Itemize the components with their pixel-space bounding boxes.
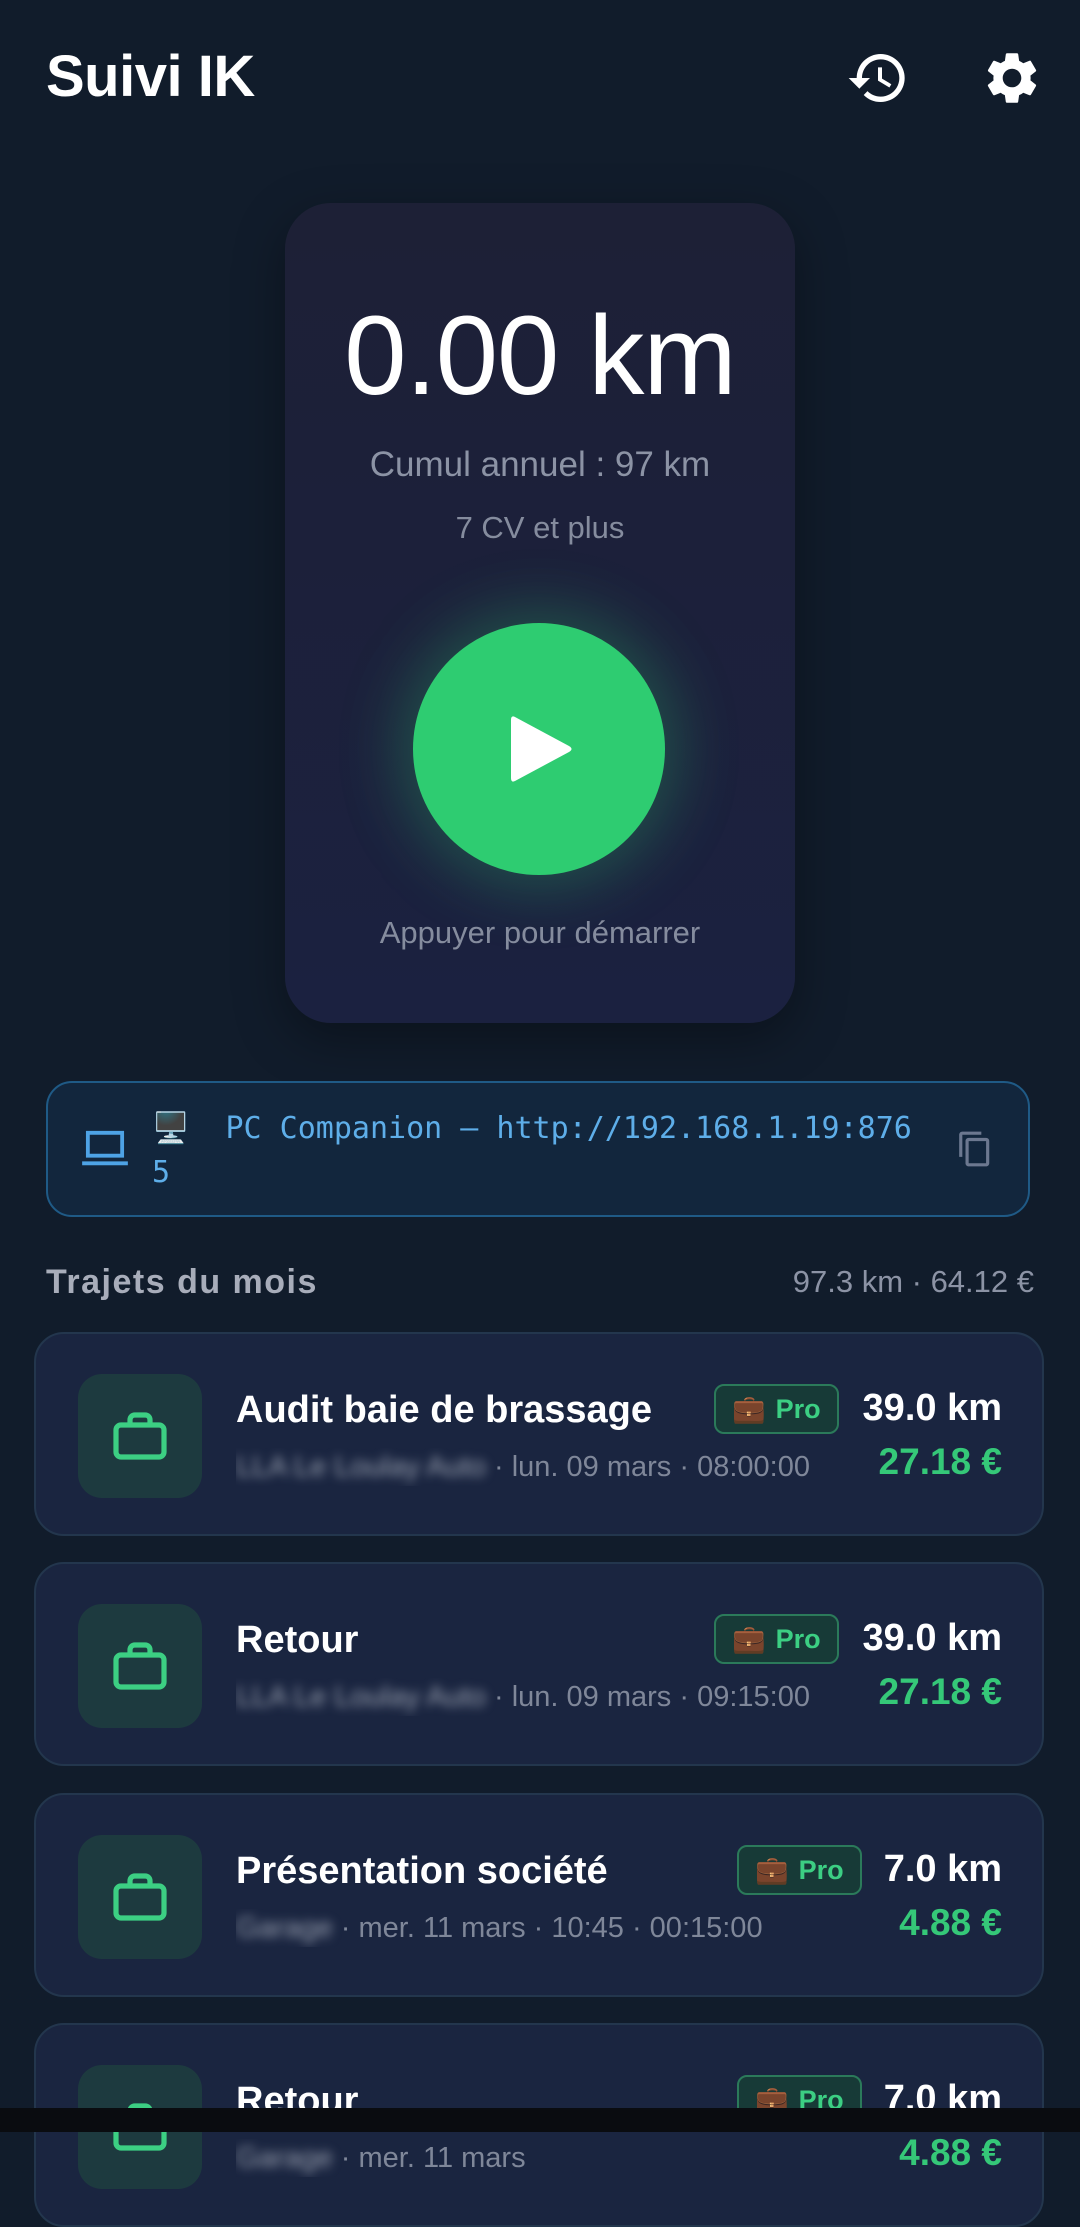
trip-location: Garage bbox=[236, 1912, 333, 1944]
settings-button[interactable] bbox=[978, 44, 1046, 112]
pro-badge-label: Pro bbox=[775, 1393, 821, 1424]
history-icon bbox=[848, 54, 905, 103]
trip-details: Garage · mer. 11 mars · 10:45 · 00:15:00 bbox=[236, 1909, 856, 1947]
pro-badge-label: Pro bbox=[798, 1854, 844, 1885]
trip-details: Garage · mer. 11 mars bbox=[236, 2139, 856, 2177]
pro-badge: 💼 Pro bbox=[714, 1614, 839, 1664]
trip-distance: 7.0 km bbox=[883, 1848, 1002, 1890]
laptop-icon bbox=[82, 1130, 128, 1166]
trip-date: · lun. 09 mars · 09:15:00 bbox=[485, 1681, 810, 1713]
trip-date: · mer. 11 mars · 10:45 · 00:15:00 bbox=[332, 1912, 763, 1944]
trip-amount: 27.18 € bbox=[878, 1671, 1002, 1712]
briefcase-emoji-icon: 💼 bbox=[755, 1855, 789, 1885]
briefcase-emoji-icon: 💼 bbox=[732, 1394, 766, 1424]
briefcase-icon bbox=[78, 1604, 202, 1728]
play-icon bbox=[511, 716, 572, 782]
start-hint: Appuyer pour démarrer bbox=[379, 915, 701, 950]
trip-amount: 4.88 € bbox=[899, 1902, 1002, 1943]
pc-companion-banner[interactable]: 🖥️ PC Companion — http://192.168.1.19:87… bbox=[46, 1081, 1030, 1217]
briefcase-icon bbox=[78, 1835, 202, 1959]
app-title: Suivi IK bbox=[46, 44, 255, 109]
tracker-card: 0.00 km Cumul annuel : 97 km 7 CV et plu… bbox=[285, 203, 795, 1023]
trip-distance: 39.0 km bbox=[862, 1617, 1002, 1659]
gear-icon bbox=[987, 53, 1037, 103]
briefcase-emoji-icon: 💼 bbox=[732, 1624, 766, 1654]
trips-section-title: Trajets du mois bbox=[46, 1263, 318, 1301]
trip-location: Garage bbox=[236, 2142, 333, 2174]
current-distance: 0.00 km bbox=[344, 293, 736, 418]
pro-badge: 💼 Pro bbox=[737, 1845, 862, 1895]
pc-companion-url: 🖥️ PC Companion — http://192.168.1.19:87… bbox=[152, 1111, 912, 1190]
pro-badge: 💼 Pro bbox=[714, 1384, 839, 1434]
trip-date: · mer. 11 mars bbox=[332, 2142, 526, 2174]
trips-section-summary: 97.3 km · 64.12 € bbox=[792, 1264, 1034, 1299]
trip-details: LLA Le Loulay Auto · lun. 09 mars · 08:0… bbox=[236, 1448, 856, 1486]
trip-title: Retour bbox=[236, 1619, 359, 1661]
trip-title: Audit baie de brassage bbox=[236, 1389, 653, 1431]
history-button[interactable] bbox=[844, 44, 912, 112]
trip-location: LLA Le Loulay Auto bbox=[236, 1451, 486, 1483]
start-button[interactable] bbox=[413, 623, 665, 875]
trip-details: LLA Le Loulay Auto · lun. 09 mars · 09:1… bbox=[236, 1678, 856, 1716]
trip-card[interactable]: Retour LLA Le Loulay Auto · lun. 09 mars… bbox=[34, 1562, 1044, 1766]
trip-distance: 39.0 km bbox=[862, 1387, 1002, 1429]
annual-total: Cumul annuel : 97 km bbox=[369, 445, 711, 484]
trip-location: LLA Le Loulay Auto bbox=[236, 1681, 486, 1713]
trip-card[interactable]: Présentation société Garage · mer. 11 ma… bbox=[34, 1793, 1044, 1997]
copy-icon[interactable] bbox=[956, 1129, 994, 1169]
trip-date: · lun. 09 mars · 08:00:00 bbox=[485, 1451, 810, 1483]
trip-amount: 27.18 € bbox=[878, 1441, 1002, 1482]
trip-amount: 4.88 € bbox=[899, 2132, 1002, 2173]
trip-title: Présentation société bbox=[236, 1850, 608, 1892]
system-navigation-bar bbox=[0, 2108, 1080, 2132]
briefcase-icon bbox=[78, 1374, 202, 1498]
pro-badge-label: Pro bbox=[775, 1623, 821, 1654]
vehicle-class: 7 CV et plus bbox=[455, 510, 625, 545]
trip-card[interactable]: Audit baie de brassage LLA Le Loulay Aut… bbox=[34, 1332, 1044, 1536]
